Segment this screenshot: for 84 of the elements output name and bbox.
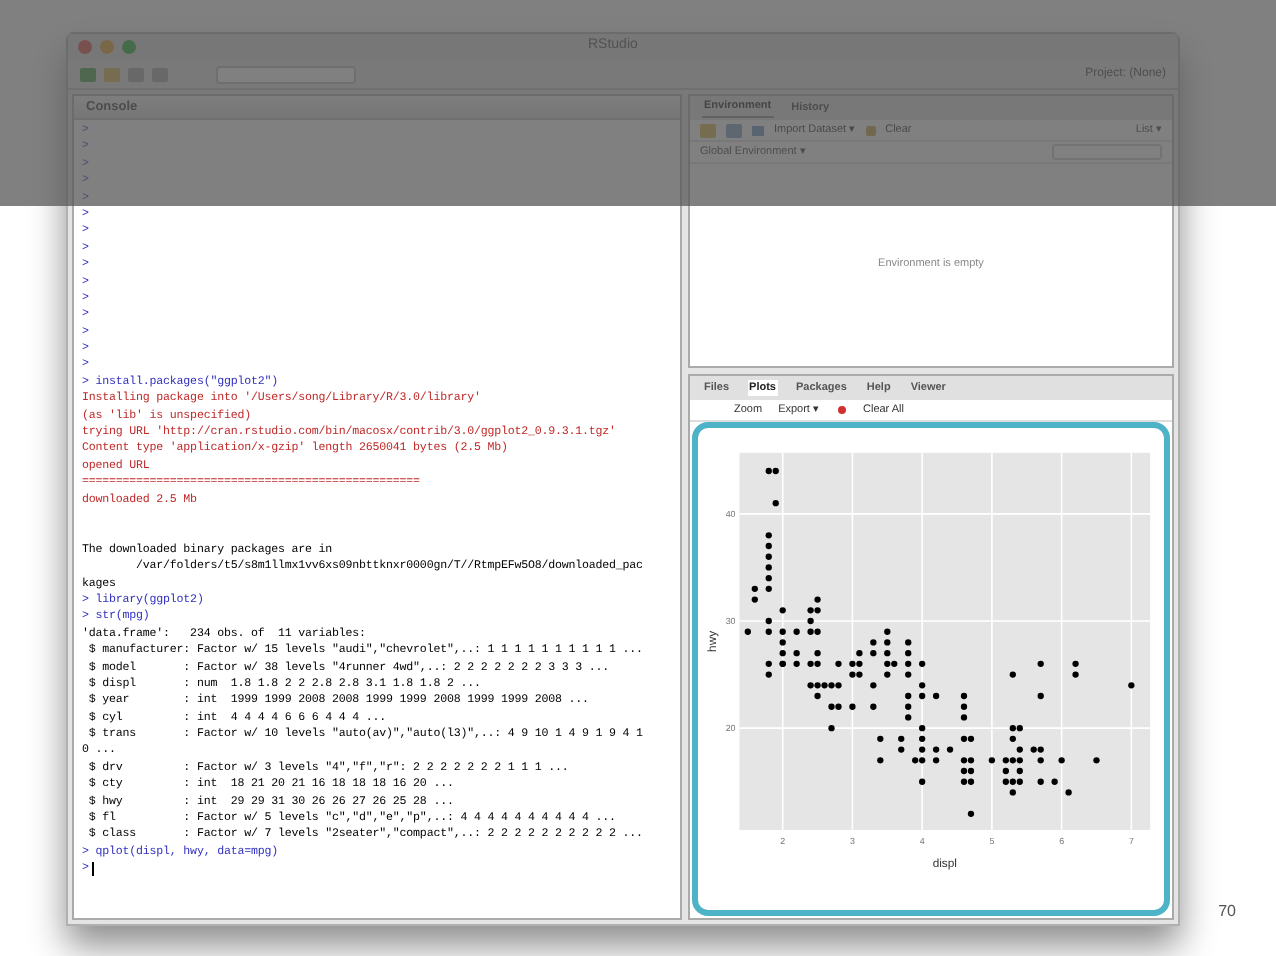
data-point	[884, 628, 891, 635]
data-point	[905, 639, 912, 646]
data-point	[919, 692, 926, 700]
data-point	[919, 746, 926, 753]
data-point	[1009, 789, 1016, 796]
data-point	[905, 660, 912, 668]
data-point	[898, 735, 905, 743]
data-point	[884, 650, 891, 657]
data-point	[870, 703, 877, 710]
data-point	[898, 746, 905, 753]
data-point	[905, 703, 912, 710]
data-point	[779, 639, 786, 646]
data-point	[919, 735, 926, 743]
data-point	[946, 746, 954, 753]
data-point	[793, 628, 800, 635]
remove-plot-icon[interactable]	[835, 404, 847, 416]
data-point	[835, 660, 842, 668]
data-point	[807, 617, 814, 625]
data-point	[856, 650, 863, 657]
data-point	[814, 692, 821, 700]
data-point	[1037, 660, 1044, 668]
data-point	[1093, 757, 1100, 764]
data-point	[765, 585, 772, 593]
data-point	[1009, 735, 1016, 743]
data-point	[1016, 767, 1023, 775]
data-point	[793, 650, 800, 657]
data-point	[744, 628, 751, 635]
data-point	[919, 778, 926, 785]
data-point	[779, 628, 786, 635]
data-point	[1065, 789, 1072, 796]
data-point	[765, 542, 772, 550]
data-point	[765, 575, 772, 582]
data-point	[1037, 692, 1044, 700]
data-point	[884, 639, 891, 646]
data-point	[905, 714, 912, 721]
data-point	[905, 650, 912, 657]
text-cursor	[92, 861, 95, 876]
data-point	[932, 746, 940, 753]
data-point	[1037, 757, 1044, 764]
data-point	[870, 650, 877, 657]
data-point	[932, 692, 940, 700]
data-point	[1058, 757, 1065, 764]
data-point	[919, 725, 926, 732]
data-point	[765, 553, 772, 560]
data-point	[765, 564, 772, 571]
data-point	[793, 660, 800, 668]
data-point	[870, 682, 877, 689]
data-point	[877, 735, 884, 743]
data-point	[884, 671, 891, 678]
data-point	[765, 532, 772, 539]
data-point	[779, 650, 786, 657]
data-point	[772, 500, 779, 507]
data-point	[919, 682, 926, 689]
data-point	[1009, 671, 1016, 678]
data-point	[960, 692, 968, 700]
data-point	[814, 650, 821, 657]
data-point	[751, 596, 758, 603]
data-point	[1016, 746, 1023, 753]
data-point	[1051, 778, 1058, 785]
slide-number: 70	[1218, 900, 1236, 924]
data-point	[1037, 778, 1044, 785]
data-point	[1072, 660, 1079, 668]
data-point	[765, 671, 772, 678]
data-point	[1128, 682, 1135, 689]
data-point	[828, 725, 835, 732]
data-point	[849, 703, 856, 710]
data-point	[779, 607, 786, 614]
data-point	[751, 585, 758, 593]
data-point	[877, 757, 884, 764]
data-point	[960, 703, 968, 710]
data-point	[765, 660, 772, 668]
data-point	[765, 628, 772, 635]
data-point	[988, 757, 996, 764]
data-point	[967, 810, 975, 818]
data-point	[1072, 671, 1079, 678]
data-point	[932, 757, 940, 764]
data-point	[814, 596, 821, 603]
data-point	[919, 660, 926, 668]
data-point	[765, 617, 772, 625]
data-point	[960, 714, 968, 721]
data-point	[905, 692, 912, 700]
data-point	[1002, 767, 1009, 775]
data-point	[905, 671, 912, 678]
data-point	[870, 639, 877, 646]
